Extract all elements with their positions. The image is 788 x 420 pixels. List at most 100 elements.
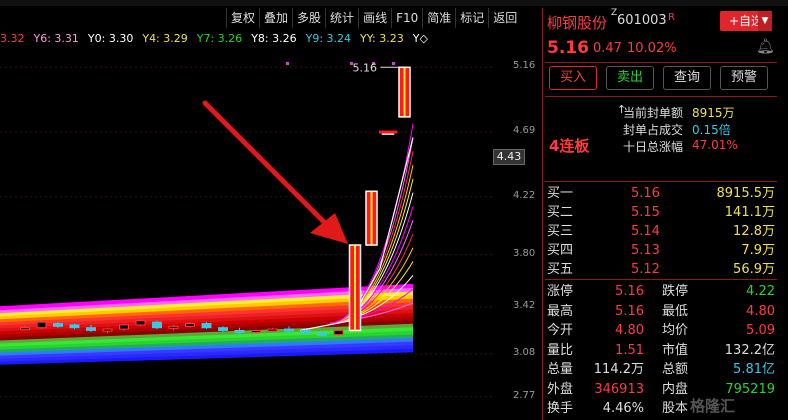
quote-stat-row: 总量 114.2万 总额 5.81亿 [545,360,777,379]
flag-r: R [668,12,675,23]
toolbar-button-7[interactable]: 标记 [455,8,488,28]
order-price: 5.16 [631,186,660,201]
y-tick-label: 3.80 [513,247,536,259]
candlestick-chart[interactable]: 5.16 [0,48,495,420]
stat-value: 4.46% [602,401,644,416]
bell-icon[interactable]: 🔔︎ [756,37,775,55]
ma-value: 3.32 [0,32,25,45]
quote-panel: 柳钢股份 Z 601003 R +自选 ▼ 5.16 0.47 10.02% 🔔… [545,0,788,420]
last-price: 5.16 [547,38,589,58]
order-volume: 141.1万 [724,205,775,220]
candle-body [185,323,195,327]
stat-value: 5.09 [746,323,775,338]
order-volume: 12.8万 [733,224,775,239]
stat-label: 外盘 [547,381,574,397]
toolbar-button-1[interactable]: 叠加 [259,8,292,28]
stat-label: 总量 [547,362,574,377]
divider [545,96,777,97]
stat-value: 132.2亿 [724,342,775,358]
y-tick-label: 4.22 [513,189,536,201]
toolbar-button-0[interactable]: 复权 [226,8,259,28]
order-level-label: 买四 [547,243,574,258]
buy-button[interactable]: 买入 [549,66,597,90]
toolbar-button-8[interactable]: 返回 [488,8,521,28]
candle-body [251,329,261,333]
seal-value: 8915万 [692,106,735,120]
order-book-row: 买三 5.14 12.8万 [545,222,777,241]
candle-body [36,321,47,329]
toolbar-button-3[interactable]: 统计 [325,8,358,28]
divider [545,62,777,63]
arrow-head [310,213,348,244]
candle-body [201,323,212,329]
quote-stat-row: 换手 4.46% 股本 [545,399,777,418]
toolbar-button-6[interactable]: 简准 [422,8,455,28]
y-tick-label: 5.16 [513,60,536,72]
y-tick-label: 4.69 [513,125,536,137]
seal-label: 封单占成交 [623,123,684,137]
candle-body [234,329,245,333]
order-price: 5.14 [631,224,660,239]
candle-body [102,328,113,332]
order-level-label: 买五 [547,262,574,277]
stat-label: 跌停 [662,284,689,299]
ma-value: Y4: 3.29 [142,32,188,45]
candle-body [119,324,129,330]
current-price-marker: 4.43 [493,149,525,165]
stat-value: 5.81亿 [733,362,775,377]
price-change: 0.47 [593,41,622,56]
toolbar-button-5[interactable]: F10 [391,8,422,28]
order-book-row: 买一 5.16 8915.5万 [545,184,777,203]
stat-label: 最低 [662,303,689,319]
order-book-row: 买五 5.12 56.9万 [545,260,777,279]
quote-stat-row: 今开 4.80 均价 5.09 [545,321,777,340]
seal-label: 十日总涨幅 [623,140,684,154]
order-book-row: 买四 5.13 7.9万 [545,241,777,260]
stat-value: 1.51 [615,342,644,358]
candle-body [53,323,63,327]
arrow-shaft [202,100,333,231]
order-price: 5.12 [631,262,660,277]
toolbar-button-4[interactable]: 画线 [358,8,391,28]
order-price: 5.15 [631,205,660,220]
stat-value: 5.16 [615,303,644,319]
candle-body [267,328,278,332]
candle-body [168,325,179,329]
sell-button[interactable]: 卖出 [606,66,654,90]
stock-name: 柳钢股份 [547,14,608,32]
candle-body [300,329,311,334]
quote-stat-row: 最高 5.16 最低 4.80 [545,302,777,321]
stat-value: 5.16 [615,284,644,299]
stat-label: 内盘 [662,381,689,397]
stat-label: 总额 [662,362,689,377]
chart-toolbar: 复权 叠加 多股 统计 画线 F10 简准 标记 返回 [226,8,521,30]
chevron-down-icon[interactable]: ▼ [758,11,772,31]
ma-value: Y7: 3.26 [196,32,243,45]
ma-value: Y8: 3.26 [251,32,297,45]
order-volume: 7.9万 [741,243,775,258]
stat-value: 114.2万 [593,362,644,377]
order-level-label: 买一 [547,186,574,201]
candle-body [135,320,146,326]
watermark: 格隆汇 [690,397,736,415]
candle-body [218,327,228,331]
order-book-row: 买二 5.15 141.1万 [545,203,777,222]
stock-code: 601003 [617,13,667,28]
query-button[interactable]: 查询 [663,66,711,90]
toolbar-button-2[interactable]: 多股 [292,8,325,28]
ma-value: YY: 3.23 [360,32,404,45]
candle-body [333,329,344,336]
stat-value: 346913 [594,381,644,397]
quote-stat-row: 外盘 346913 内盘 795219 [545,380,777,399]
y-tick-label: 3.08 [513,346,536,358]
signal-marker [392,62,395,65]
alert-button[interactable]: 预警 [720,66,768,90]
ma-value: Y◇ [412,32,428,45]
divider [545,279,777,280]
order-price: 5.13 [631,243,660,258]
candle-body [284,328,294,332]
up-arrow-icon: ↑ [617,103,627,116]
right-edge-column [778,0,788,420]
stat-label: 股本 [662,401,689,416]
seal-value: 47.01% [692,138,738,152]
